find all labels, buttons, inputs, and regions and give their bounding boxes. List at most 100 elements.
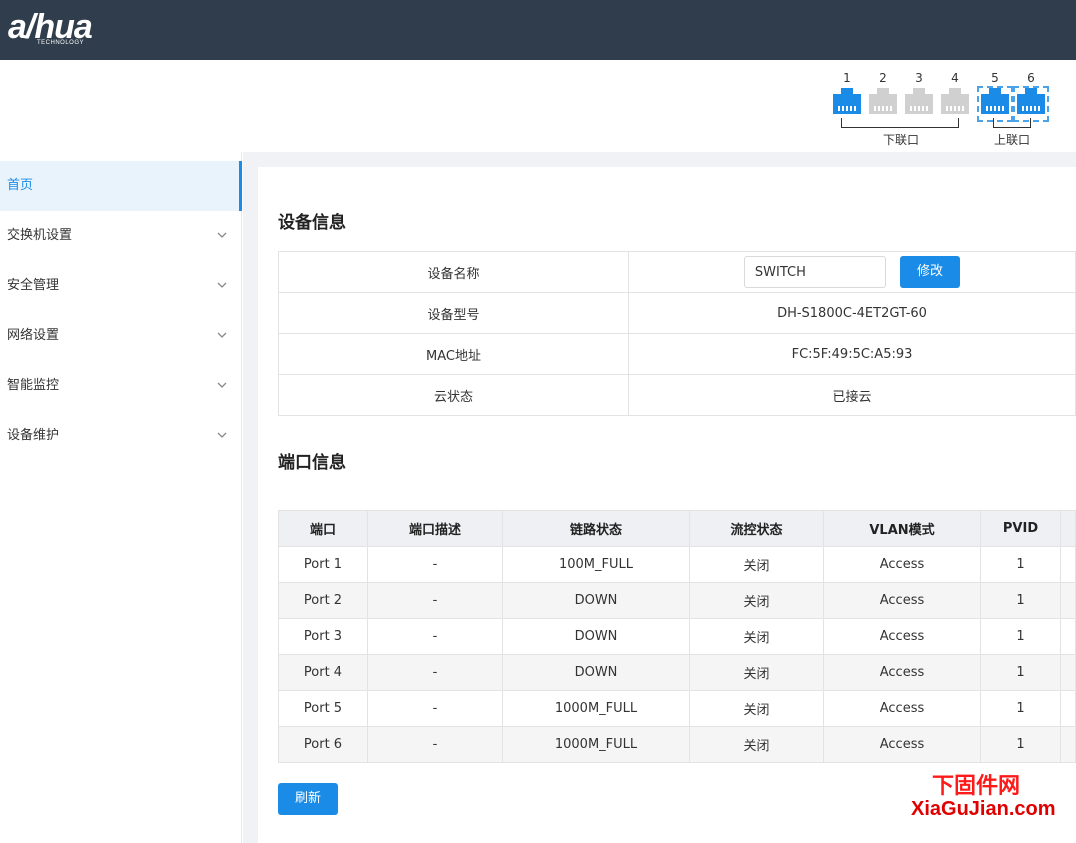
ethernet-port-icon (941, 88, 969, 114)
info-value: FC:5F:49:5C:A5:93 (628, 333, 1076, 375)
ethernet-port-icon (869, 88, 897, 114)
watermark-chinese: 下固件网 (932, 774, 1021, 799)
table-cell: 1000M_FULL (502, 690, 690, 727)
table-cell: Access (823, 690, 981, 727)
table-cell: Port 2 (278, 582, 368, 619)
table-cell: 1 (980, 546, 1061, 583)
table-cell: 1 (980, 654, 1061, 691)
table-cell: 关闭 (689, 654, 824, 691)
chevron-down-icon (217, 282, 227, 288)
top-header: a/hua TECHNOLOGY (0, 0, 1076, 60)
table-cell: 1 (980, 618, 1061, 655)
ethernet-port-icon (905, 88, 933, 114)
brand-logo-subtitle: TECHNOLOGY (37, 40, 85, 46)
sidebar-item-home[interactable]: 首页 (0, 161, 242, 211)
table-cell: DOWN (502, 654, 690, 691)
table-row: Port 5 - 1000M_FULL 关闭 Access 1 (278, 690, 1076, 727)
sidebar-item-monitoring[interactable]: 智能监控 (0, 361, 241, 411)
port-4[interactable]: 4 (940, 70, 970, 114)
table-cell: 关闭 (689, 618, 824, 655)
port-1[interactable]: 1 (832, 70, 862, 114)
table-cell: DOWN (502, 582, 690, 619)
table-cell: - (367, 726, 503, 763)
table-cell: - (367, 690, 503, 727)
table-cell-overflow (1060, 726, 1076, 763)
sidebar-item-switch-settings[interactable]: 交换机设置 (0, 211, 241, 261)
chevron-down-icon (217, 332, 227, 338)
device-info-table: 设备名称 修改 设备型号 DH-S1800C-4ET2GT-60 MAC地址 F… (278, 251, 1076, 416)
table-cell: Port 5 (278, 690, 368, 727)
table-cell: 1 (980, 690, 1061, 727)
refresh-button[interactable]: 刷新 (278, 783, 338, 815)
device-info-title: 设备信息 (278, 213, 346, 233)
column-header: 流控状态 (689, 510, 824, 547)
table-cell-overflow (1060, 546, 1076, 583)
info-value: 修改 (628, 251, 1076, 293)
port-number: 2 (879, 71, 887, 85)
table-row: Port 2 - DOWN 关闭 Access 1 (278, 582, 1076, 619)
table-cell: 关闭 (689, 726, 824, 763)
table-cell: 关闭 (689, 690, 824, 727)
sidebar-item-label: 交换机设置 (7, 228, 73, 243)
table-cell: 1 (980, 582, 1061, 619)
table-cell: Access (823, 546, 981, 583)
table-cell-overflow (1060, 690, 1076, 727)
port-number: 6 (1027, 71, 1035, 85)
uplink-label: 上联口 (994, 133, 1031, 147)
sidebar-nav: 首页 交换机设置 安全管理 网络设置 智能监控 设备维护 (0, 152, 242, 843)
chevron-down-icon (217, 432, 227, 438)
table-cell: - (367, 546, 503, 583)
uplink-port-highlight (977, 86, 1013, 122)
table-row: Port 6 - 1000M_FULL 关闭 Access 1 (278, 726, 1076, 763)
port-number: 3 (915, 71, 923, 85)
sidebar-item-maintenance[interactable]: 设备维护 (0, 411, 241, 461)
port-status-panel: 1 2 3 4 5 6 下联口 上联口 (0, 60, 1076, 152)
port-2[interactable]: 2 (868, 70, 898, 114)
info-key: 设备型号 (278, 292, 629, 334)
info-value: 已接云 (628, 374, 1076, 416)
modify-button[interactable]: 修改 (900, 256, 961, 288)
table-row: 设备型号 DH-S1800C-4ET2GT-60 (278, 292, 1076, 334)
info-key: 云状态 (278, 374, 629, 416)
sidebar-item-label: 网络设置 (7, 328, 60, 343)
sidebar-item-label: 设备维护 (7, 428, 60, 443)
device-name-input[interactable] (743, 256, 886, 288)
port-number: 1 (843, 71, 851, 85)
table-cell: Access (823, 618, 981, 655)
watermark-url: XiaGuJian.com (911, 798, 1056, 820)
sidebar-item-label: 首页 (7, 178, 34, 193)
table-cell: Port 6 (278, 726, 368, 763)
table-cell: Port 4 (278, 654, 368, 691)
column-header: PVID (980, 510, 1061, 547)
downlink-bracket (841, 118, 959, 128)
uplink-port-highlight (1013, 86, 1049, 122)
table-cell: Access (823, 654, 981, 691)
port-info-table: 端口 端口描述 链路状态 流控状态 VLAN模式 PVID Port 1 - 1… (278, 510, 1076, 763)
table-cell: 1 (980, 726, 1061, 763)
brand-logo: a/hua (8, 8, 93, 46)
sidebar-item-network[interactable]: 网络设置 (0, 311, 241, 361)
info-key: 设备名称 (278, 251, 629, 293)
port-3[interactable]: 3 (904, 70, 934, 114)
port-info-title: 端口信息 (278, 453, 346, 473)
sidebar-item-label: 智能监控 (7, 378, 60, 393)
info-key: MAC地址 (278, 333, 629, 375)
column-header: 端口描述 (367, 510, 503, 547)
table-row: MAC地址 FC:5F:49:5C:A5:93 (278, 333, 1076, 375)
table-cell: DOWN (502, 618, 690, 655)
info-value: DH-S1800C-4ET2GT-60 (628, 292, 1076, 334)
table-cell-overflow (1060, 582, 1076, 619)
table-cell: - (367, 654, 503, 691)
table-row: 云状态 已接云 (278, 374, 1076, 416)
sidebar-item-security[interactable]: 安全管理 (0, 261, 241, 311)
sidebar-item-label: 安全管理 (7, 278, 60, 293)
chevron-down-icon (217, 232, 227, 238)
table-header-row: 端口 端口描述 链路状态 流控状态 VLAN模式 PVID (278, 510, 1076, 547)
table-cell: 关闭 (689, 546, 824, 583)
table-row: 设备名称 修改 (278, 251, 1076, 293)
ethernet-port-icon (833, 88, 861, 114)
column-header: VLAN模式 (823, 510, 981, 547)
column-header: 端口 (278, 510, 368, 547)
table-cell: 1000M_FULL (502, 726, 690, 763)
table-row: Port 4 - DOWN 关闭 Access 1 (278, 654, 1076, 691)
